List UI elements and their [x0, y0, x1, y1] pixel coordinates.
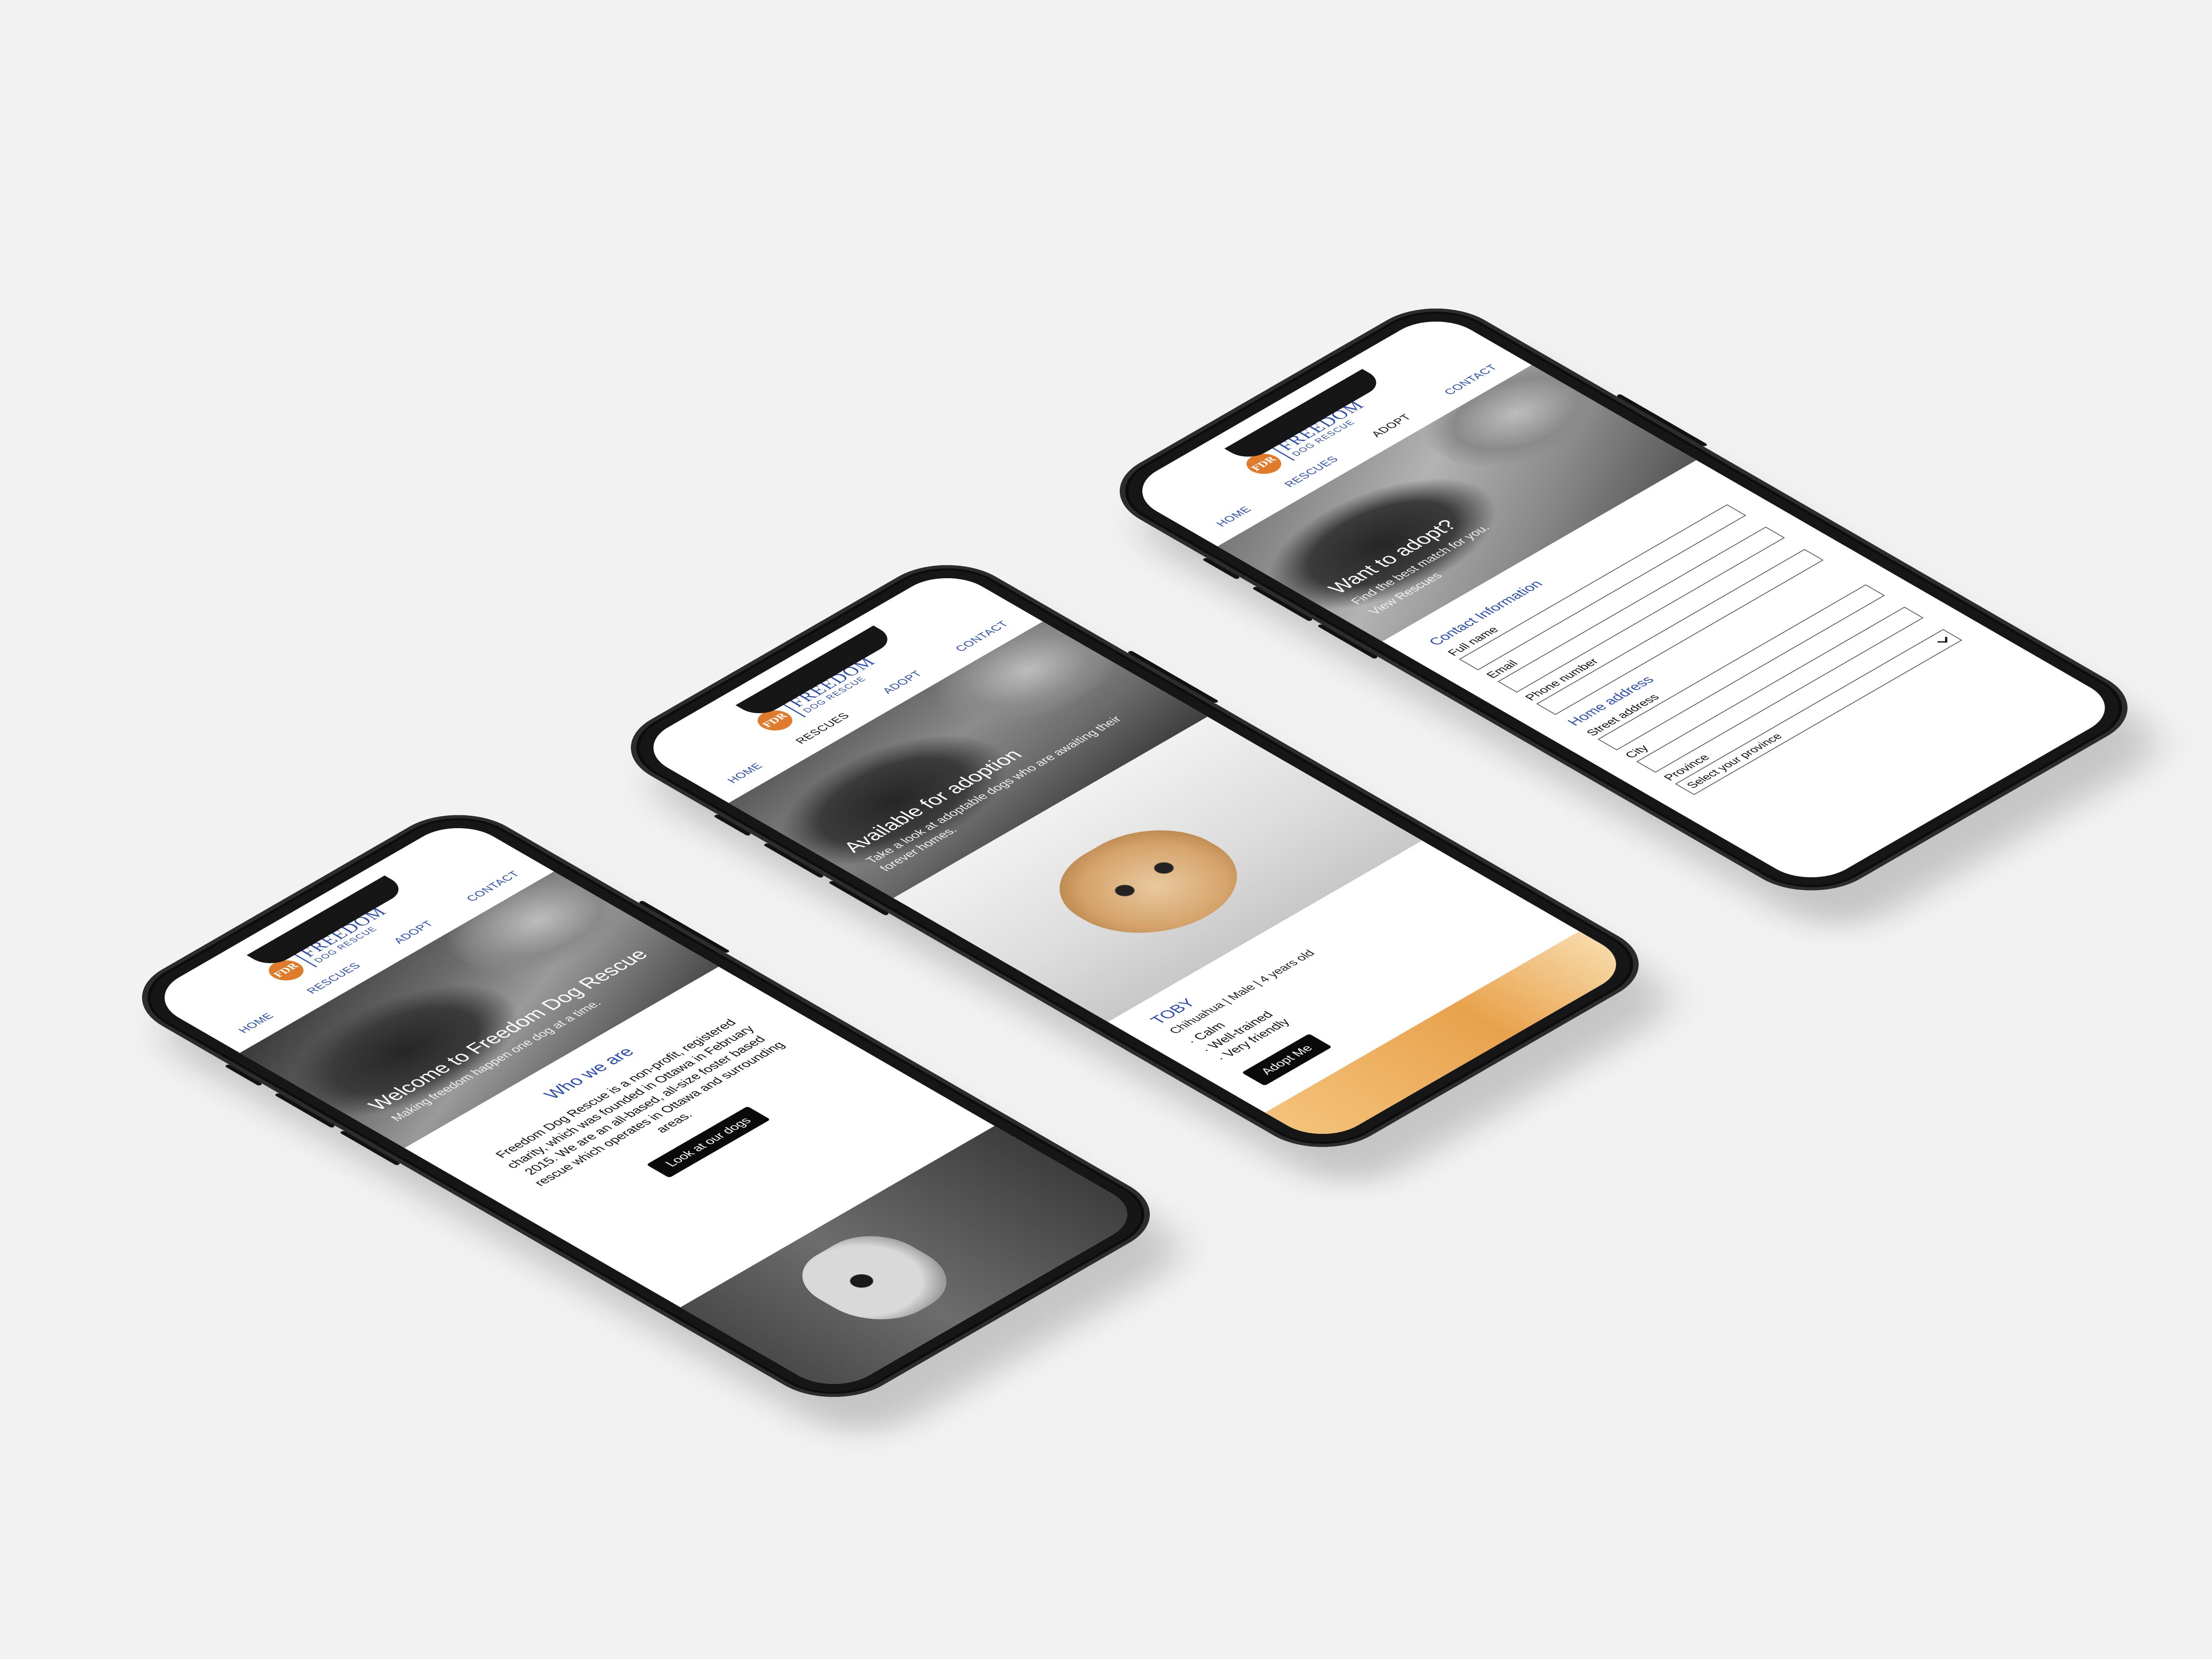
nav-home[interactable]: HOME: [236, 1011, 277, 1035]
nav-adopt[interactable]: ADOPT: [880, 669, 926, 695]
nav-home[interactable]: HOME: [1214, 505, 1255, 529]
nav-adopt[interactable]: ADOPT: [1369, 412, 1415, 439]
phone-adopt: FDR FREEDOM DOG RESCUE HOME RESCUES ADOP…: [1091, 184, 2183, 1015]
nav-home[interactable]: HOME: [725, 761, 766, 785]
mockup-stage: FDR FREEDOM DOG RESCUE HOME RESCUES ADOP…: [0, 0, 2212, 1659]
nav-adopt[interactable]: ADOPT: [391, 919, 437, 945]
chevron-down-icon: [1937, 637, 1947, 643]
